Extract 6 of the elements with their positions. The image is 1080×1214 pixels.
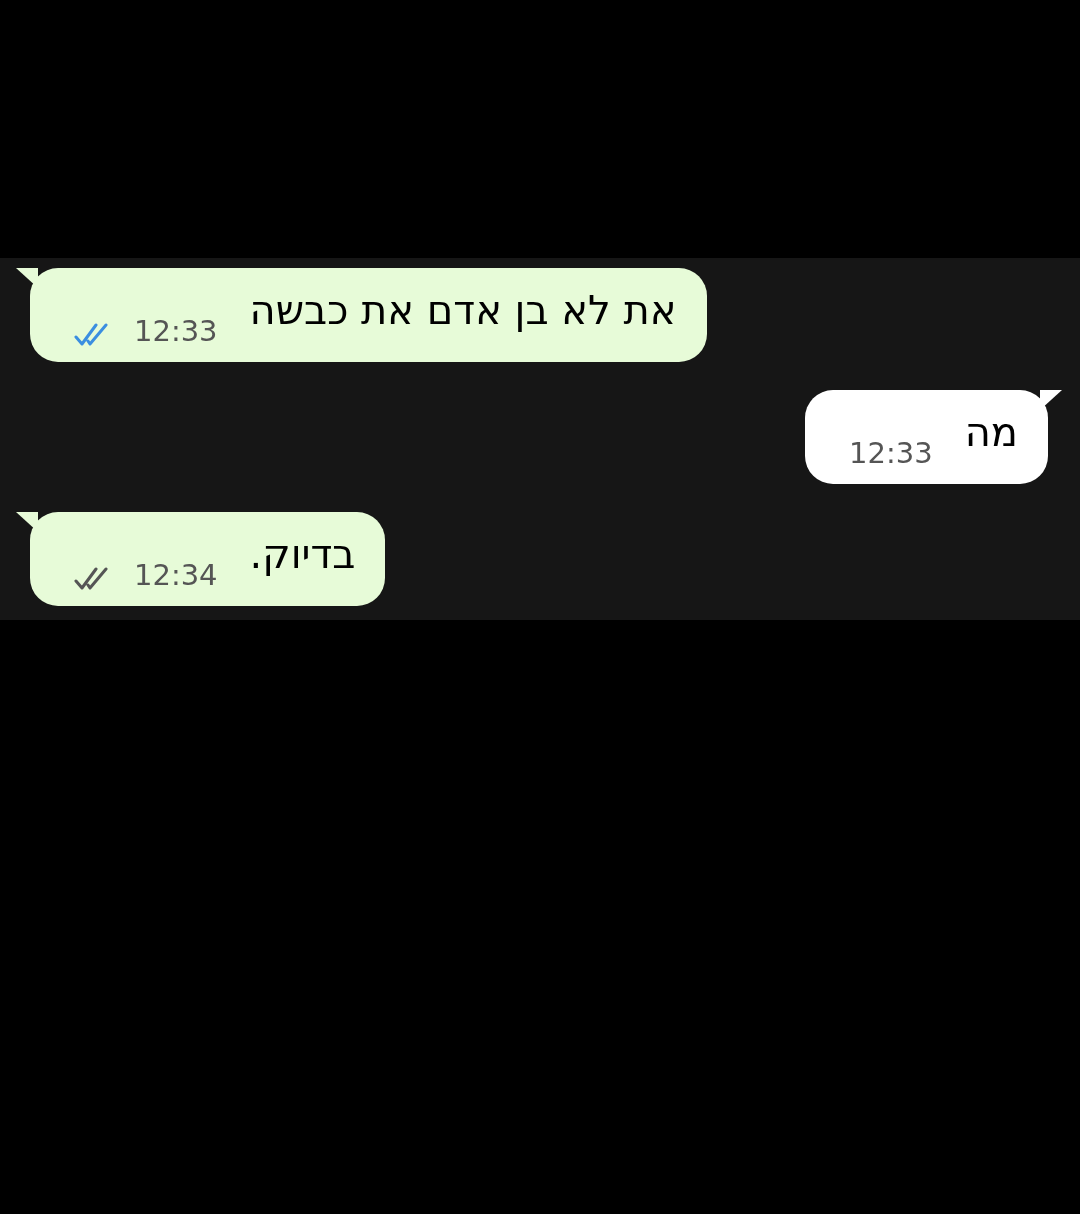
message-time: 12:34	[134, 561, 218, 592]
message-text: את לא בן אדם את כבשה	[249, 286, 677, 335]
message-time: 12:33	[134, 317, 218, 348]
message-text: בדיוק.	[249, 530, 356, 579]
message-text: מה	[964, 408, 1018, 457]
message-time: 12:33	[849, 439, 933, 470]
